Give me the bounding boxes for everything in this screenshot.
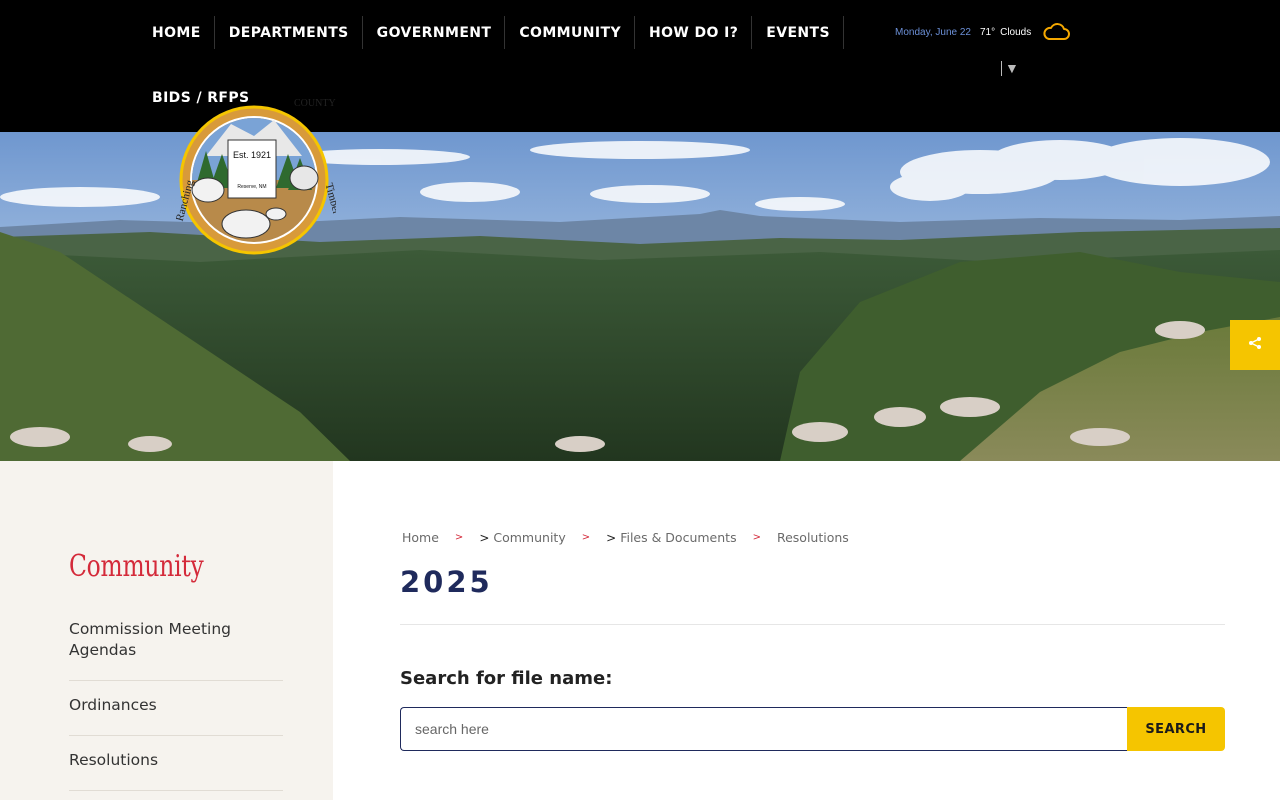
- page-title: 2025: [400, 565, 493, 599]
- selector-divider: [1001, 60, 1002, 76]
- seal-location: Reserve, NM: [237, 184, 266, 190]
- breadcrumb-resolutions[interactable]: Resolutions: [777, 530, 849, 545]
- weather-date: Monday, June 22: [895, 26, 971, 38]
- nav-events[interactable]: EVENTS: [752, 16, 844, 49]
- search-button[interactable]: SEARCH: [1127, 707, 1225, 751]
- nav-community[interactable]: COMMUNITY: [505, 16, 635, 49]
- sidebar: Community Commission Meeting Agendas Ord…: [0, 461, 333, 800]
- share-icon: [1248, 336, 1262, 355]
- search-label: Search for file name:: [400, 668, 613, 689]
- breadcrumb: Home > > Community > > Files & Documents…: [402, 530, 849, 545]
- nav-how-do-i[interactable]: HOW DO I?: [635, 16, 753, 49]
- search-input[interactable]: [400, 707, 1127, 751]
- breadcrumb-prefix: >: [606, 530, 617, 545]
- county-seal-logo[interactable]: Est. 1921 Reserve, NM COUNTY Ranching Ti…: [174, 96, 343, 256]
- breadcrumb-separator: >: [454, 532, 464, 543]
- breadcrumb-community[interactable]: Community: [493, 530, 565, 545]
- breadcrumb-files-documents[interactable]: Files & Documents: [620, 530, 736, 545]
- nav-home[interactable]: HOME: [138, 16, 215, 49]
- nav-government[interactable]: GOVERNMENT: [363, 16, 506, 49]
- weather-widget: Monday, June 22 71° Clouds: [895, 22, 1071, 42]
- title-divider: [400, 624, 1225, 625]
- sidebar-item-resolutions[interactable]: Resolutions: [69, 736, 283, 791]
- share-button[interactable]: [1230, 320, 1280, 370]
- nav-departments[interactable]: DEPARTMENTS: [215, 16, 363, 49]
- seal-top-text: COUNTY: [294, 98, 336, 109]
- sidebar-menu: Commission Meeting Agendas Ordinances Re…: [69, 619, 283, 791]
- weather-temperature: 71°: [979, 26, 996, 38]
- breadcrumb-prefix: >: [479, 530, 490, 545]
- language-selector[interactable]: ▼: [1001, 60, 1019, 76]
- breadcrumb-separator: >: [581, 532, 591, 543]
- sidebar-item-ordinances[interactable]: Ordinances: [69, 681, 283, 736]
- cloud-icon: [1042, 22, 1071, 42]
- main-nav: HOME DEPARTMENTS GOVERNMENT COMMUNITY HO…: [138, 16, 844, 49]
- sidebar-title: Community: [69, 549, 204, 584]
- weather-condition: Clouds: [1000, 26, 1032, 38]
- breadcrumb-home[interactable]: Home: [402, 530, 439, 545]
- sidebar-item-commission-meeting-agendas[interactable]: Commission Meeting Agendas: [69, 619, 283, 681]
- breadcrumb-separator: >: [752, 532, 761, 543]
- seal-established: Est. 1921: [233, 150, 271, 160]
- chevron-down-icon: ▼: [1005, 60, 1019, 76]
